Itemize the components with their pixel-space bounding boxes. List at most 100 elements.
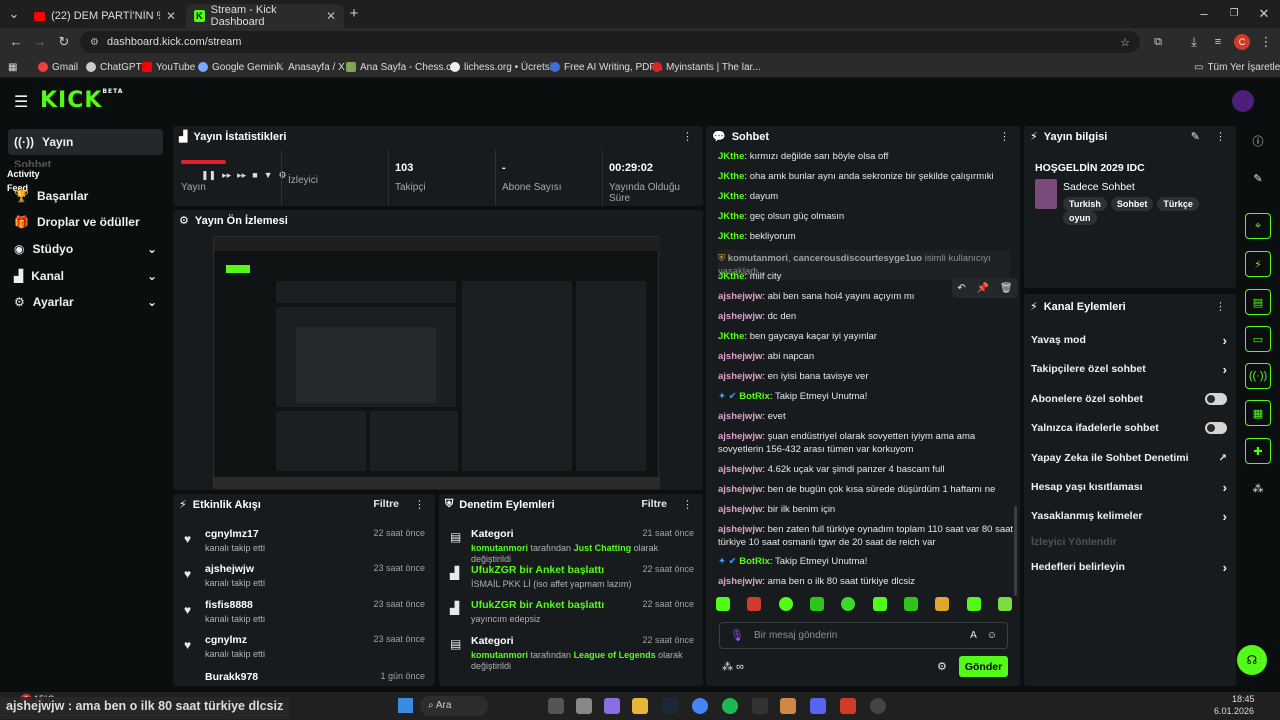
action-ai-moderation[interactable]: Yapay Zeka ile Sohbet Denetimi ↗: [1031, 449, 1227, 467]
action-emotes-only[interactable]: Yalnızca ifadelerle sohbet: [1031, 419, 1227, 437]
lightning-icon[interactable]: ⚡: [1245, 251, 1271, 277]
sidebar-item-basarilar[interactable]: 🏆 Başarılar: [8, 183, 163, 209]
bookmark-x[interactable]: 𝕏 Anasayfa / X: [276, 59, 345, 75]
window-close-icon[interactable]: ✕: [1256, 6, 1272, 22]
translate-icon[interactable]: A: [970, 630, 977, 641]
target-icon[interactable]: ⌖: [1245, 213, 1271, 239]
filter-button[interactable]: Filtre: [641, 498, 667, 510]
chat-username[interactable]: ajshejwjw: [718, 464, 762, 475]
emote-icon[interactable]: [935, 597, 950, 611]
app-icon[interactable]: [870, 698, 886, 714]
chat-username[interactable]: komutanmori: [728, 253, 788, 264]
sidebar-item-droplar[interactable]: 🎁 Droplar ve ödüller: [8, 209, 163, 235]
chat-username[interactable]: ajshejwjw: [718, 311, 762, 322]
fast-forward-icon[interactable]: ▸▸: [237, 170, 246, 181]
broadcast-icon[interactable]: ((·)): [1245, 363, 1271, 389]
folder-icon[interactable]: [632, 698, 648, 714]
all-bookmarks[interactable]: ▭ Tüm Yer İşaretleri: [1194, 59, 1280, 75]
discord-icon[interactable]: [810, 698, 826, 714]
steam-icon[interactable]: [662, 698, 678, 714]
emote-icon[interactable]: [841, 597, 856, 611]
more-icon[interactable]: ⋮: [682, 498, 693, 511]
emote-icon[interactable]: [872, 597, 887, 611]
toggle-switch[interactable]: [1205, 393, 1227, 405]
hamburger-menu-icon[interactable]: ☰: [14, 92, 28, 112]
app-icon[interactable]: [840, 698, 856, 714]
bookmark-chatgpt[interactable]: ChatGPT: [86, 59, 142, 75]
kick-logo[interactable]: KICKBETA: [40, 88, 123, 113]
forward-icon[interactable]: →: [32, 34, 48, 50]
stop-icon[interactable]: ■: [252, 170, 257, 181]
sidebar-item-yayin[interactable]: ((·)) Yayın: [8, 129, 163, 155]
more-icon[interactable]: ⋮: [1215, 300, 1226, 313]
new-tab-icon[interactable]: +: [346, 6, 362, 22]
chat-username[interactable]: ajshejwjw: [718, 291, 762, 302]
edit-icon[interactable]: ✎: [1245, 165, 1271, 191]
action-followers-only[interactable]: Takipçilere özel sohbet ›: [1031, 360, 1227, 378]
chat-username[interactable]: ajshejwjw: [718, 504, 762, 515]
profile-avatar[interactable]: C: [1234, 34, 1250, 50]
wrench-icon[interactable]: ✚: [1245, 438, 1271, 464]
extensions-icon[interactable]: ⧉: [1150, 34, 1166, 50]
close-icon[interactable]: ✕: [326, 9, 336, 23]
tab-list-icon[interactable]: ≡: [1210, 34, 1226, 50]
support-icon[interactable]: ☊: [1237, 645, 1267, 675]
action-banned-words[interactable]: Yasaklanmış kelimeler ›: [1031, 507, 1227, 525]
send-button[interactable]: Gönder: [959, 656, 1008, 677]
pin-icon[interactable]: 📌: [977, 283, 989, 294]
delete-icon[interactable]: 🗑: [1000, 283, 1013, 294]
action-subscribers-only[interactable]: Abonelere özel sohbet: [1031, 390, 1227, 408]
chat-input[interactable]: 🎙 Bir mesaj gönderin A ☺: [719, 622, 1008, 649]
app-icon[interactable]: [548, 698, 564, 714]
chat-username[interactable]: JKthe: [718, 151, 744, 162]
bookmark-lichess[interactable]: lichess.org • Ücretsi...: [450, 59, 560, 75]
emote-icon[interactable]: [997, 597, 1012, 611]
windows-start-icon[interactable]: [398, 698, 413, 713]
browser-menu-icon[interactable]: ⋮: [1258, 34, 1274, 50]
more-icon[interactable]: ⋮: [1215, 130, 1226, 143]
chat-username[interactable]: BotRix: [739, 391, 770, 402]
toggle-switch[interactable]: [1205, 422, 1227, 434]
action-set-goals[interactable]: Hedefleri belirleyin ›: [1031, 558, 1227, 576]
more-icon[interactable]: ⋮: [682, 130, 693, 143]
chat-username[interactable]: ajshejwjw: [718, 524, 762, 535]
user-avatar[interactable]: [1232, 90, 1254, 112]
edit-icon[interactable]: ✎: [1191, 130, 1200, 143]
tab-kick-dashboard[interactable]: K Stream - Kick Dashboard ✕: [186, 4, 344, 28]
reload-icon[interactable]: ↻: [56, 34, 72, 50]
chat-username[interactable]: ajshejwjw: [718, 371, 762, 382]
chat-username[interactable]: ajshejwjw: [718, 351, 762, 362]
bookmark-chess[interactable]: Ana Sayfa - Chess.c...: [346, 59, 460, 75]
chat-username[interactable]: BotRix: [739, 556, 770, 567]
tab-search-icon[interactable]: ⌄: [6, 6, 22, 22]
chat-username[interactable]: JKthe: [718, 171, 744, 182]
chat-username[interactable]: ajshejwjw: [718, 411, 762, 422]
action-account-age[interactable]: Hesap yaşı kısıtlaması ›: [1031, 478, 1227, 496]
emote-icon[interactable]: [716, 597, 730, 611]
layout-icon[interactable]: ▦: [1245, 400, 1271, 426]
app-icon[interactable]: [780, 698, 796, 714]
chat-username[interactable]: JKthe: [718, 271, 744, 282]
emote-icon[interactable]: [778, 597, 793, 611]
restore-icon[interactable]: ❐: [1226, 6, 1242, 22]
infinity-icon[interactable]: ⁂ ∞: [722, 660, 744, 673]
bookmark-gemini[interactable]: Google Gemini: [198, 59, 279, 75]
chat-username[interactable]: JKthe: [718, 331, 744, 342]
app-icon[interactable]: [576, 698, 592, 714]
minimize-icon[interactable]: –: [1196, 6, 1212, 22]
chat-username[interactable]: ajshejwjw: [718, 431, 762, 442]
action-slow-mode[interactable]: Yavaş mod ›: [1031, 331, 1227, 349]
bookmark-ai-writing[interactable]: Free AI Writing, PDF...: [550, 59, 663, 75]
back-icon[interactable]: ←: [8, 34, 24, 50]
chat-username[interactable]: ajshejwjw: [718, 484, 762, 495]
chat-username[interactable]: JKthe: [718, 231, 744, 242]
microphone-icon[interactable]: 🎙: [730, 629, 744, 642]
sidebar-item-studyo[interactable]: ◉ Stüdyo ⌄: [8, 236, 163, 262]
site-info-icon[interactable]: ⚙: [90, 37, 99, 48]
bookmark-youtube[interactable]: YouTube: [142, 59, 195, 75]
chat-username[interactable]: JKthe: [718, 191, 744, 202]
emote-icon[interactable]: [903, 597, 918, 611]
stream-preview-video[interactable]: [213, 236, 660, 489]
gear-icon[interactable]: ⚙: [937, 660, 947, 673]
apps-icon[interactable]: ▦: [8, 59, 17, 75]
